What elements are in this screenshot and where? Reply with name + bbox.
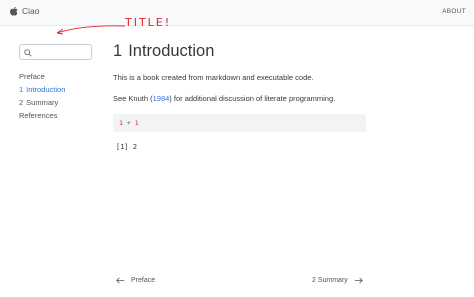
sidebar-item-preface[interactable]: Preface <box>19 70 99 83</box>
code-number: 1 <box>119 119 123 127</box>
apple-logo-icon <box>10 6 18 16</box>
sidebar-item-number: 2 <box>19 98 24 107</box>
sidebar-item-label: Preface <box>19 72 45 81</box>
sidebar-item-label: References <box>19 111 58 120</box>
paragraph-text: ) for additional discussion of literate … <box>169 94 336 103</box>
main-content: 1 Introduction This is a book created fr… <box>113 42 366 151</box>
arrow-right-icon <box>354 277 363 284</box>
brand-title: Ciao <box>22 6 40 16</box>
search-input[interactable] <box>19 44 92 60</box>
top-navbar: Ciao ABOUT <box>0 0 474 26</box>
search-icon <box>24 49 32 57</box>
next-page-label: 2 Summary <box>312 277 348 284</box>
sidebar-item-label: Introduction <box>26 85 66 94</box>
sidebar-item-summary[interactable]: 2 Summary <box>19 96 99 109</box>
arrow-left-icon <box>116 277 125 284</box>
citation-paragraph: See Knuth (1984) for additional discussi… <box>113 94 366 104</box>
table-of-contents: Preface 1 Introduction 2 Summary Reference… <box>19 70 99 122</box>
sidebar-item-introduction[interactable]: 1 Introduction <box>19 83 99 96</box>
brand-link[interactable]: Ciao <box>10 6 39 16</box>
sidebar-item-references[interactable]: References <box>19 109 99 122</box>
sidebar: Preface 1 Introduction 2 Summary Reference… <box>19 44 99 122</box>
sidebar-item-number: 1 <box>19 85 24 94</box>
code-output: [1] 2 <box>116 143 138 151</box>
prev-page-link[interactable]: Preface <box>116 277 155 284</box>
intro-paragraph: This is a book created from markdown and… <box>113 73 314 82</box>
page-title: 1 Introduction <box>113 42 366 61</box>
chapter-title: Introduction <box>128 42 215 60</box>
citation-link[interactable]: 1984 <box>153 94 170 103</box>
about-link[interactable]: ABOUT <box>442 8 466 15</box>
paragraph-text: See Knuth ( <box>113 94 153 103</box>
sidebar-item-label: Summary <box>26 98 59 107</box>
code-block: 1 + 1 <box>113 114 366 132</box>
code-number: 1 <box>134 119 139 127</box>
chapter-number: 1 <box>113 42 123 60</box>
code-operator: + <box>126 119 131 127</box>
prev-page-label: Preface <box>131 277 156 284</box>
next-page-link[interactable]: 2 Summary <box>312 277 363 284</box>
